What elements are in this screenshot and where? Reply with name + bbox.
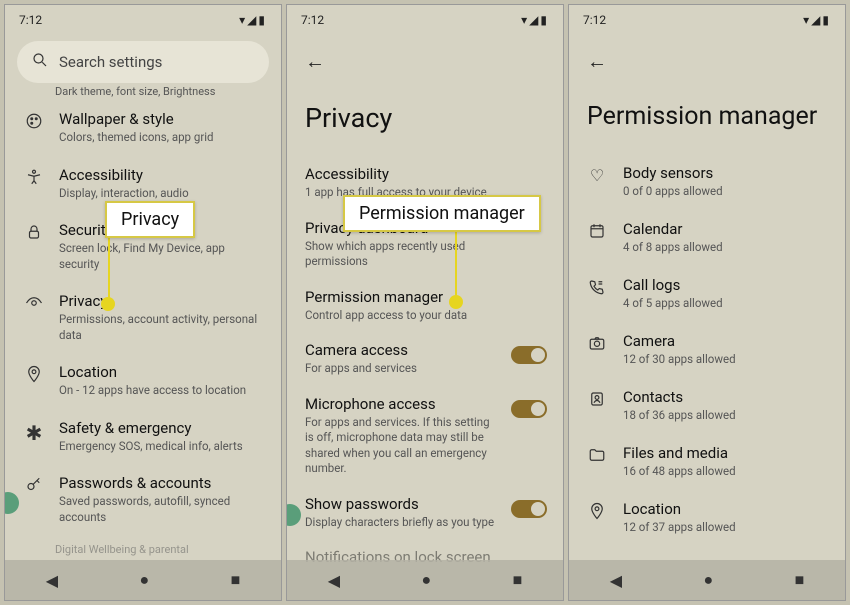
nav-recent-icon[interactable]: ■ [795,570,805,590]
status-bar: 7:12 ▾◢▮ [5,5,281,35]
nav-back-icon[interactable]: ◀ [610,571,622,590]
nav-home-icon[interactable]: ● [421,570,431,590]
camera-icon [587,332,607,356]
perm-item-camera[interactable]: Camera12 of 30 apps allowed [569,321,845,377]
perm-item-call-logs[interactable]: Call logs4 of 5 apps allowed [569,265,845,321]
privacy-item-camera[interactable]: Camera accessFor apps and services [287,332,563,386]
lock-icon [23,221,45,241]
perm-item-files[interactable]: Files and media16 of 48 apps allowed [569,433,845,489]
settings-item-safety[interactable]: ✱ Safety & emergencyEmergency SOS, medic… [5,409,281,465]
contacts-icon [587,388,607,412]
status-icons: ▾◢▮ [803,13,831,27]
back-button[interactable]: ← [569,35,845,74]
perm-item-location[interactable]: Location12 of 37 apps allowed [569,489,845,545]
nav-home-icon[interactable]: ● [703,570,713,590]
settings-item-location[interactable]: LocationOn - 12 apps have access to loca… [5,353,281,409]
key-icon [23,474,45,494]
nav-back-icon[interactable]: ◀ [328,571,340,590]
callout-permission-manager: Permission manager [343,195,541,232]
status-icons: ▾◢▮ [521,13,549,27]
privacy-item-show-passwords[interactable]: Show passwordsDisplay characters briefly… [287,486,563,540]
callout-privacy: Privacy [105,201,195,238]
settings-item-wallpaper[interactable]: Wallpaper & styleColors, themed icons, a… [5,100,281,156]
status-bar: 7:12 ▾◢▮ [287,5,563,35]
privacy-item-microphone[interactable]: Microphone accessFor apps and services. … [287,386,563,486]
privacy-item-permission-manager[interactable]: Permission managerControl app access to … [287,279,563,333]
settings-item-privacy[interactable]: PrivacyPermissions, account activity, pe… [5,282,281,353]
accessibility-icon [23,166,45,186]
settings-item-passwords[interactable]: Passwords & accountsSaved passwords, aut… [5,464,281,535]
clock: 7:12 [19,13,42,27]
heart-icon: ♡ [587,164,607,185]
folder-icon [587,444,607,468]
back-button[interactable]: ← [287,35,563,74]
highlight-line [455,221,457,297]
nav-recent-icon[interactable]: ■ [231,570,241,590]
permission-manager-screen: 7:12 ▾◢▮ ← Permission manager ♡Body sens… [568,4,846,601]
search-placeholder: Search settings [59,53,162,71]
clock: 7:12 [583,13,606,27]
page-title: Privacy [287,74,563,156]
calendar-icon [587,220,607,244]
status-icons: ▾◢▮ [239,13,267,27]
settings-screen: 7:12 ▾◢▮ Search settings Dark theme, fon… [4,4,282,601]
perm-item-contacts[interactable]: Contacts18 of 36 apps allowed [569,377,845,433]
perm-item-calendar[interactable]: Calendar4 of 8 apps allowed [569,209,845,265]
highlight-dot [101,297,115,311]
clock: 7:12 [301,13,324,27]
search-settings[interactable]: Search settings [17,41,269,83]
palette-icon [23,110,45,130]
nav-back-icon[interactable]: ◀ [46,571,58,590]
search-icon [31,51,49,73]
perm-item-body-sensors[interactable]: ♡Body sensors0 of 0 apps allowed [569,153,845,209]
toggle-microphone[interactable] [511,400,547,418]
nav-home-icon[interactable]: ● [139,570,149,590]
location-icon [23,363,45,383]
toggle-camera[interactable] [511,346,547,364]
page-title: Permission manager [569,74,845,153]
prev-item-cut: Dark theme, font size, Brightness [5,83,281,100]
privacy-icon [23,292,45,312]
nav-bar: ◀ ● ■ [287,560,563,600]
toggle-passwords[interactable] [511,500,547,518]
location-icon [587,500,607,524]
phone-icon [587,276,607,300]
privacy-screen: 7:12 ▾◢▮ ← Privacy Accessibility1 app ha… [286,4,564,601]
next-item-cut: Digital Wellbeing & parental [5,535,281,558]
emergency-icon: ✱ [23,419,45,445]
nav-bar: ◀ ● ■ [5,560,281,600]
nav-bar: ◀ ● ■ [569,560,845,600]
nav-recent-icon[interactable]: ■ [513,570,523,590]
status-bar: 7:12 ▾◢▮ [569,5,845,35]
highlight-dot [449,295,463,309]
